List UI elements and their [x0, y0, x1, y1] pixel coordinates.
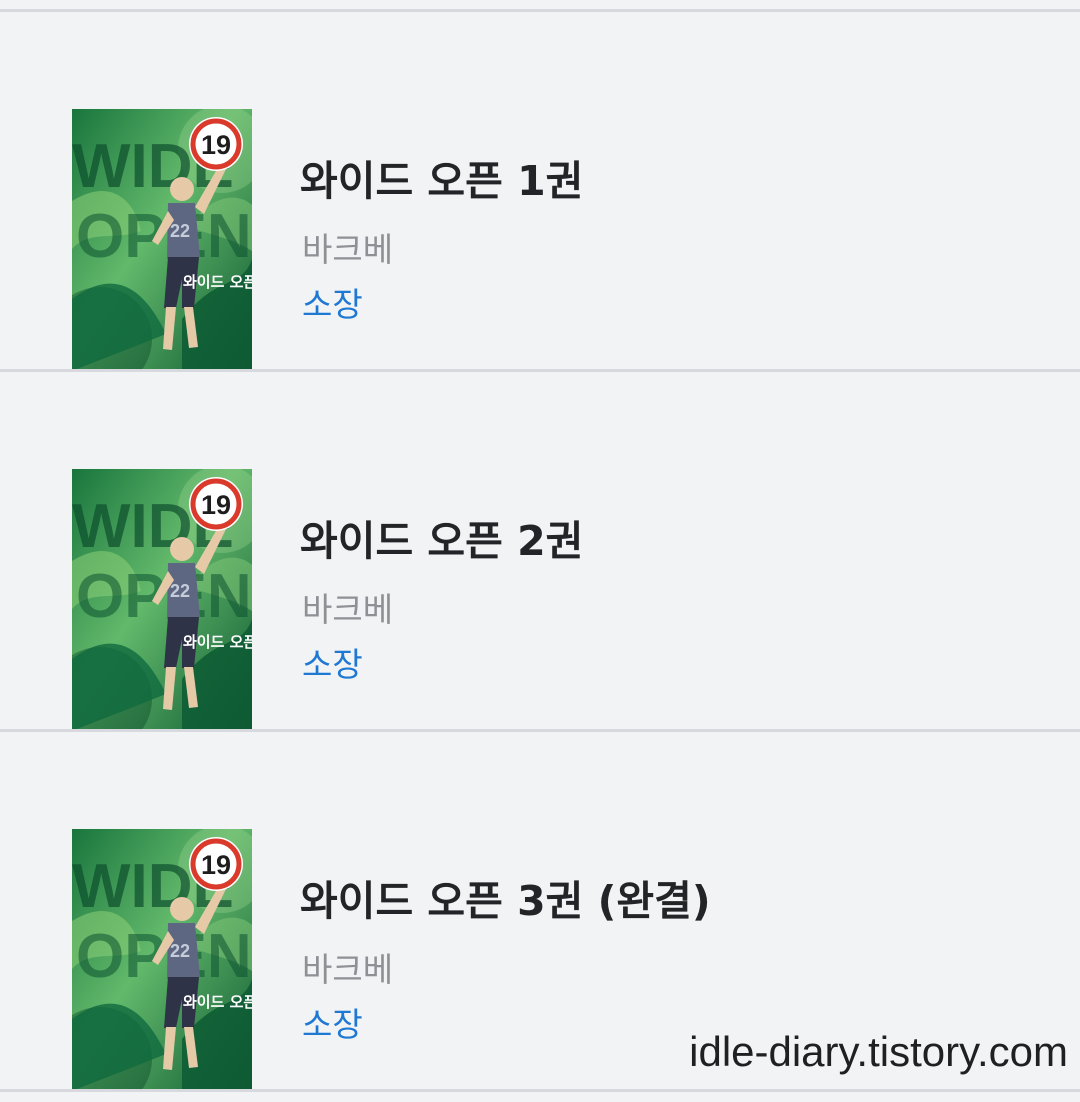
age-rating-badge: 19 — [189, 837, 243, 891]
book-status: 소장 — [302, 285, 363, 324]
cover-korean-logo: 와이드 오픈 — [183, 993, 252, 1011]
cover-logo-text-open: OPEN — [76, 202, 252, 271]
book-cover[interactable]: WIDE OPEN 22 19 와이드 오픈 — [72, 829, 252, 1091]
svg-text:19: 19 — [201, 130, 231, 160]
svg-text:22: 22 — [170, 221, 190, 241]
cover-korean-logo: 와이드 오픈 — [183, 273, 252, 291]
book-author: 바크베 — [302, 590, 394, 629]
bottom-divider — [0, 1089, 1080, 1092]
book-list-item-2[interactable]: WIDE OPEN 22 19 와이드 오픈 와이드 오픈 2권 바크베 소장 — [0, 372, 1080, 731]
book-list-item-1[interactable]: WIDE OPEN 22 19 와이드 오픈 와이드 오픈 1권 바크베 소장 — [0, 12, 1080, 371]
svg-text:19: 19 — [201, 850, 231, 880]
cover-logo-text-open: OPEN — [76, 922, 252, 991]
book-cover[interactable]: WIDE OPEN 22 19 와이드 오픈 — [72, 469, 252, 731]
book-author: 바크베 — [302, 950, 394, 989]
svg-text:22: 22 — [170, 941, 190, 961]
cover-logo-text-open: OPEN — [76, 562, 252, 631]
book-author: 바크베 — [302, 230, 394, 269]
book-title[interactable]: 와이드 오픈 1권 — [300, 157, 583, 205]
book-cover[interactable]: WIDE OPEN 22 19 와이드 오픈 — [72, 109, 252, 371]
svg-text:22: 22 — [170, 581, 190, 601]
svg-text:19: 19 — [201, 490, 231, 520]
book-title[interactable]: 와이드 오픈 2권 — [300, 517, 583, 565]
book-title[interactable]: 와이드 오픈 3권 (완결) — [300, 877, 711, 925]
book-status: 소장 — [302, 645, 363, 684]
watermark-text: idle-diary.tistory.com — [689, 1028, 1068, 1075]
cover-korean-logo: 와이드 오픈 — [183, 633, 252, 651]
age-rating-badge: 19 — [189, 477, 243, 531]
age-rating-badge: 19 — [189, 117, 243, 171]
book-status: 소장 — [302, 1005, 363, 1044]
